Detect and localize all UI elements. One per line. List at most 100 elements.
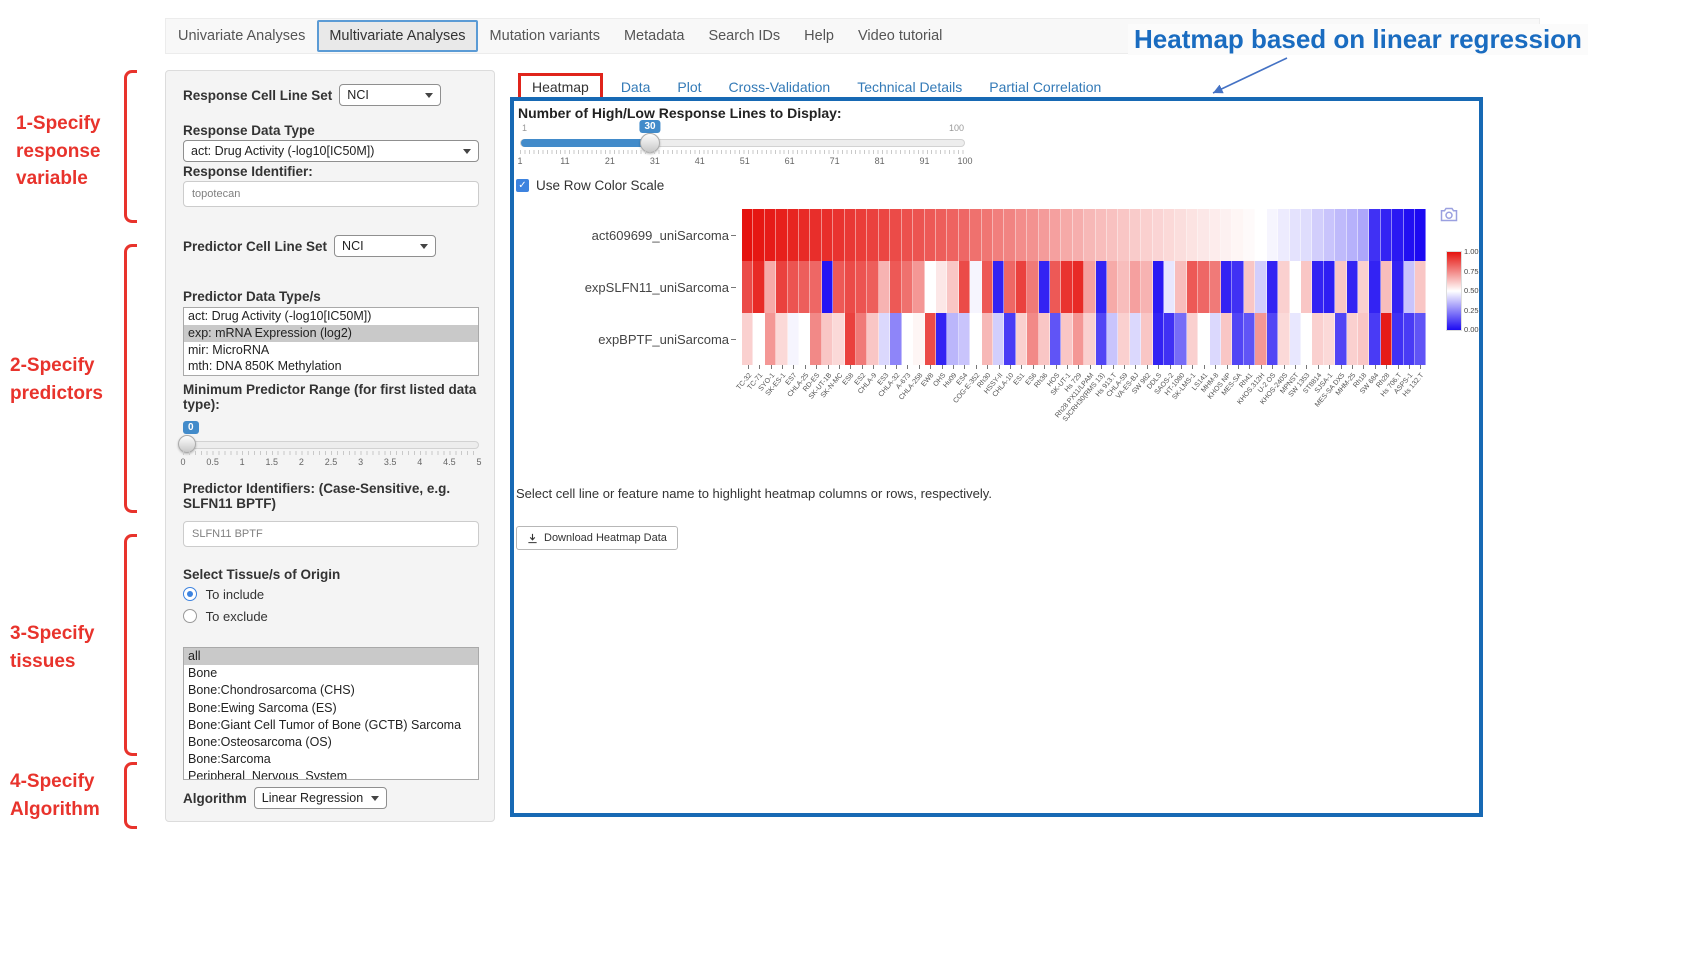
heatmap-cell[interactable] — [1290, 313, 1301, 365]
algorithm-select[interactable]: Linear Regression — [254, 787, 387, 809]
heatmap-cell[interactable] — [1324, 261, 1335, 313]
x-axis-label[interactable]: ES1 — [1013, 372, 1027, 387]
heatmap-cell[interactable] — [913, 209, 924, 261]
download-heatmap-data-button[interactable]: Download Heatmap Data — [516, 526, 678, 550]
heatmap-cell[interactable] — [753, 209, 764, 261]
heatmap-cell[interactable] — [1175, 209, 1186, 261]
heatmap-cell[interactable] — [1027, 313, 1038, 365]
heatmap-cell[interactable] — [1141, 313, 1152, 365]
heatmap-cell[interactable] — [742, 261, 753, 313]
heatmap-cell[interactable] — [1187, 209, 1198, 261]
heatmap-cell[interactable] — [1118, 313, 1129, 365]
list-item[interactable]: Bone — [184, 665, 478, 682]
heatmap-cell[interactable] — [867, 209, 878, 261]
heatmap-cell[interactable] — [742, 209, 753, 261]
heatmap-cell[interactable] — [1301, 209, 1312, 261]
heatmap-cell[interactable] — [1278, 209, 1289, 261]
heatmap-cell[interactable] — [788, 261, 799, 313]
heatmap-cell[interactable] — [856, 209, 867, 261]
list-item[interactable]: Peripheral_Nervous_System — [184, 768, 478, 780]
heatmap-cell[interactable] — [856, 313, 867, 365]
heatmap-cell[interactable] — [936, 313, 947, 365]
heatmap-cell[interactable] — [1004, 313, 1015, 365]
heatmap-row-label[interactable]: act609699_uniSarcoma — [518, 228, 736, 243]
list-item[interactable]: mir: MicroRNA — [184, 342, 478, 359]
heatmap-cell[interactable] — [925, 261, 936, 313]
heatmap-cell[interactable] — [982, 261, 993, 313]
heatmap-cell[interactable] — [1381, 209, 1392, 261]
heatmap-cell[interactable] — [1141, 209, 1152, 261]
heatmap-cell[interactable] — [1335, 313, 1346, 365]
nav-help[interactable]: Help — [792, 20, 846, 52]
heatmap-cell[interactable] — [1358, 209, 1369, 261]
heatmap-cell[interactable] — [913, 313, 924, 365]
min-predictor-range-slider[interactable] — [183, 441, 479, 449]
heatmap-cell[interactable] — [1324, 313, 1335, 365]
heatmap-cell[interactable] — [1130, 313, 1141, 365]
heatmap-cell[interactable] — [993, 261, 1004, 313]
heatmap-cell[interactable] — [1267, 209, 1278, 261]
heatmap-cell[interactable] — [1175, 313, 1186, 365]
predictor-cell-line-set-select[interactable]: NCI — [334, 235, 436, 257]
heatmap-cell[interactable] — [1153, 261, 1164, 313]
heatmap-cell[interactable] — [1118, 261, 1129, 313]
lines-slider[interactable] — [520, 139, 965, 147]
tab-partial-correlation[interactable]: Partial Correlation — [989, 79, 1101, 95]
heatmap-cell[interactable] — [1130, 209, 1141, 261]
heatmap-cell[interactable] — [856, 261, 867, 313]
heatmap-cell[interactable] — [1221, 313, 1232, 365]
heatmap-cell[interactable] — [925, 209, 936, 261]
heatmap-cell[interactable] — [959, 209, 970, 261]
heatmap-cell[interactable] — [1255, 209, 1266, 261]
heatmap-cell[interactable] — [799, 313, 810, 365]
heatmap-cell[interactable] — [822, 261, 833, 313]
nav-multivariate-analyses[interactable]: Multivariate Analyses — [317, 20, 477, 52]
heatmap-cell[interactable] — [1004, 209, 1015, 261]
heatmap-cell[interactable] — [788, 313, 799, 365]
heatmap-cell[interactable] — [1073, 313, 1084, 365]
heatmap-cell[interactable] — [1255, 313, 1266, 365]
heatmap-cell[interactable] — [1050, 209, 1061, 261]
heatmap-cell[interactable] — [1335, 261, 1346, 313]
response-identifier-input[interactable]: topotecan — [183, 181, 479, 207]
heatmap-cell[interactable] — [879, 261, 890, 313]
heatmap-cell[interactable] — [1347, 261, 1358, 313]
heatmap-cell[interactable] — [1347, 209, 1358, 261]
heatmap-cell[interactable] — [1312, 313, 1323, 365]
heatmap-cell[interactable] — [1061, 313, 1072, 365]
heatmap-cell[interactable] — [810, 261, 821, 313]
heatmap-cell[interactable] — [1039, 209, 1050, 261]
heatmap-cell[interactable] — [970, 261, 981, 313]
heatmap-cell[interactable] — [1039, 313, 1050, 365]
heatmap-cell[interactable] — [936, 261, 947, 313]
heatmap-cell[interactable] — [1153, 313, 1164, 365]
heatmap-cell[interactable] — [1221, 209, 1232, 261]
heatmap-cell[interactable] — [799, 209, 810, 261]
heatmap-cell[interactable] — [1232, 209, 1243, 261]
heatmap-cell[interactable] — [867, 313, 878, 365]
heatmap-cell[interactable] — [936, 209, 947, 261]
heatmap-cell[interactable] — [1107, 261, 1118, 313]
heatmap-cell[interactable] — [1096, 209, 1107, 261]
heatmap-cell[interactable] — [1404, 313, 1415, 365]
heatmap-cell[interactable] — [890, 209, 901, 261]
heatmap-cell[interactable] — [959, 261, 970, 313]
heatmap-cell[interactable] — [810, 209, 821, 261]
heatmap-cell[interactable] — [1404, 261, 1415, 313]
heatmap-cell[interactable] — [1198, 313, 1209, 365]
list-item[interactable]: Bone:Chondrosarcoma (CHS) — [184, 682, 478, 699]
heatmap-cell[interactable] — [902, 209, 913, 261]
heatmap-cell[interactable] — [1027, 261, 1038, 313]
heatmap-cell[interactable] — [890, 261, 901, 313]
heatmap-cell[interactable] — [1267, 313, 1278, 365]
list-item-selected[interactable]: exp: mRNA Expression (log2) — [184, 325, 478, 342]
heatmap-cell[interactable] — [1073, 261, 1084, 313]
heatmap-cell[interactable] — [742, 313, 753, 365]
heatmap-cell[interactable] — [1312, 209, 1323, 261]
heatmap-cell[interactable] — [845, 261, 856, 313]
heatmap-cell[interactable] — [776, 209, 787, 261]
response-data-type-select[interactable]: act: Drug Activity (-log10[IC50M]) — [183, 140, 479, 162]
heatmap-cell[interactable] — [1290, 209, 1301, 261]
heatmap-cell[interactable] — [1164, 313, 1175, 365]
heatmap-cell[interactable] — [879, 313, 890, 365]
